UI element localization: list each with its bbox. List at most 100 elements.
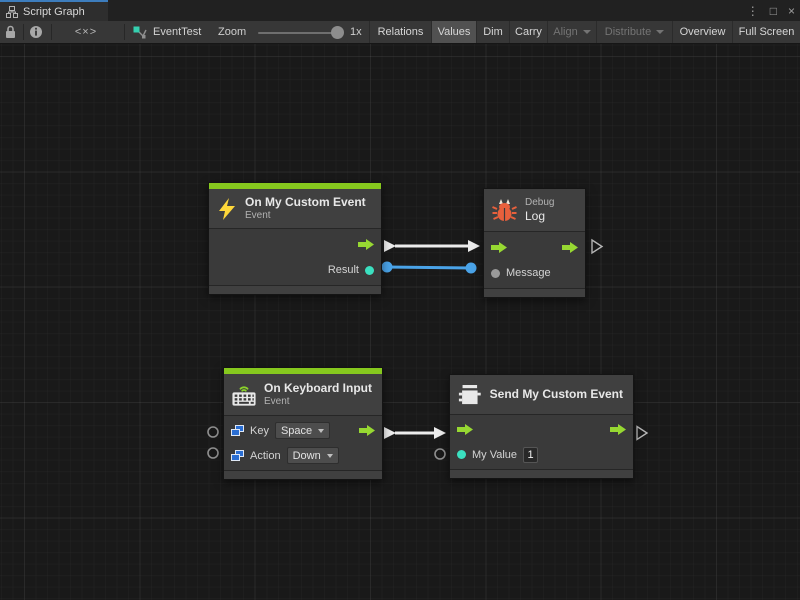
chevron-down-icon: [656, 30, 664, 34]
node-title: Send My Custom Event: [490, 387, 623, 402]
code-icon: <×>: [75, 26, 97, 38]
edit-source-button[interactable]: <×>: [62, 21, 110, 43]
tab-bar: Script Graph ⋮ □ ×: [0, 0, 800, 21]
window-maximize-icon[interactable]: □: [770, 5, 777, 17]
tab-script-graph[interactable]: Script Graph: [0, 0, 108, 21]
script-graph-window: Script Graph ⋮ □ × <×>: [0, 0, 800, 600]
node-title: On Keyboard Input: [264, 381, 372, 396]
node-body: Result: [209, 229, 381, 286]
message-input-row[interactable]: Message: [484, 260, 585, 286]
zoom-value: 1x: [350, 21, 362, 43]
node-debug-log[interactable]: Debug Log Message: [483, 188, 586, 298]
node-send-my-custom-event[interactable]: Send My Custom Event My Value 1: [449, 374, 634, 479]
my-value-input-row[interactable]: My Value 1: [450, 442, 633, 467]
node-body: My Value 1: [450, 415, 633, 470]
flow-connection-keyboard-to-send[interactable]: [384, 427, 446, 439]
graph-name: EventTest: [153, 26, 201, 38]
result-output-row[interactable]: Result: [209, 257, 381, 283]
flow-out-arrow-icon: [562, 242, 578, 253]
align-button[interactable]: Align: [547, 21, 596, 43]
connections-layer: [0, 44, 800, 600]
node-footer: [450, 470, 633, 478]
flow-in-arrow-icon: [457, 424, 473, 435]
node-subtitle: Event: [245, 210, 366, 222]
zoom-slider-handle[interactable]: [331, 26, 344, 39]
inline-value-icon: [231, 450, 244, 462]
overview-button[interactable]: Overview: [672, 21, 732, 43]
distribute-button[interactable]: Distribute: [596, 21, 672, 43]
flow-out-arrow-icon: [610, 424, 626, 435]
bug-icon: [492, 198, 517, 223]
graph-breadcrumb[interactable]: EventTest: [133, 21, 201, 43]
tab-label: Script Graph: [23, 6, 85, 18]
inline-value-icon: [231, 425, 244, 437]
toolbar-buttons: Relations Values Dim Carry Align Distrib…: [369, 21, 800, 43]
graph-toolbar: <×> EventTest Zoom 1x Relations Values D…: [0, 21, 800, 44]
node-subtitle: Event: [264, 396, 372, 408]
toolbar-separator: [51, 24, 52, 40]
node-footer: [209, 286, 381, 294]
key-input-row[interactable]: Key Space: [224, 418, 382, 443]
node-title: On My Custom Event: [245, 195, 366, 210]
my-value-field[interactable]: 1: [523, 447, 538, 463]
chevron-down-icon: [327, 454, 333, 458]
node-header[interactable]: On My Custom Event Event: [209, 189, 381, 229]
action-external-port[interactable]: [208, 448, 218, 458]
value-port-icon[interactable]: [457, 450, 466, 459]
port-label: My Value: [472, 449, 517, 461]
flow-out-arrow-icon: [359, 425, 375, 436]
lightning-icon: [217, 198, 237, 220]
key-dropdown[interactable]: Space: [275, 422, 330, 439]
flow-connection-custom-event-to-log[interactable]: [384, 240, 480, 252]
zoom-label: Zoom: [218, 21, 246, 43]
relations-button[interactable]: Relations: [369, 21, 431, 43]
full-screen-button[interactable]: Full Screen: [732, 21, 800, 43]
port-label: Key: [250, 425, 269, 437]
value-port-icon[interactable]: [365, 266, 374, 275]
flow-ports-row[interactable]: [450, 417, 633, 442]
dim-button[interactable]: Dim: [476, 21, 509, 43]
node-on-my-custom-event[interactable]: On My Custom Event Event Result: [208, 182, 382, 295]
node-on-keyboard-input[interactable]: On Keyboard Input Event Key Space: [223, 367, 383, 480]
node-title: Log: [525, 209, 554, 224]
toolbar-separator: [124, 24, 125, 40]
value-connection-result-to-message[interactable]: [382, 262, 477, 274]
keyboard-icon: [232, 382, 256, 408]
log-continuation-port[interactable]: [592, 240, 602, 253]
send-continuation-port[interactable]: [637, 427, 647, 440]
graph-tab-icon: [6, 6, 18, 18]
chevron-down-icon: [583, 30, 591, 34]
flow-in-arrow-icon: [491, 242, 507, 253]
chevron-down-icon: [318, 429, 324, 433]
script-graph-asset-icon: [133, 25, 147, 39]
node-header[interactable]: Send My Custom Event: [450, 375, 633, 415]
toolbar-separator: [23, 24, 24, 40]
zoom-slider-track[interactable]: [258, 32, 340, 34]
node-footer: [484, 289, 585, 297]
node-footer: [224, 471, 382, 479]
values-button[interactable]: Values: [431, 21, 476, 43]
flow-ports-row[interactable]: [484, 234, 585, 260]
node-body: Key Space Action: [224, 416, 382, 471]
port-label: Result: [328, 264, 359, 276]
window-menu-icon[interactable]: ⋮: [747, 5, 759, 17]
key-external-port[interactable]: [208, 427, 218, 437]
lock-button[interactable]: [4, 21, 17, 43]
node-body: Message: [484, 232, 585, 289]
node-header[interactable]: Debug Log: [484, 189, 585, 232]
window-close-icon[interactable]: ×: [788, 5, 795, 17]
window-controls: ⋮ □ ×: [747, 0, 795, 21]
node-header[interactable]: On Keyboard Input Event: [224, 374, 382, 416]
graph-canvas[interactable]: On My Custom Event Event Result: [0, 44, 800, 600]
flow-output-row[interactable]: [209, 231, 381, 257]
node-kicker: Debug: [525, 197, 554, 209]
port-label: Action: [250, 450, 281, 462]
value-port-icon[interactable]: [491, 269, 500, 278]
action-dropdown[interactable]: Down: [287, 447, 339, 464]
flow-arrow-icon: [358, 239, 374, 250]
lock-icon: [4, 25, 17, 39]
my-value-external-port[interactable]: [435, 449, 445, 459]
carry-button[interactable]: Carry: [509, 21, 547, 43]
action-input-row[interactable]: Action Down: [224, 443, 382, 468]
info-button[interactable]: [29, 21, 43, 43]
